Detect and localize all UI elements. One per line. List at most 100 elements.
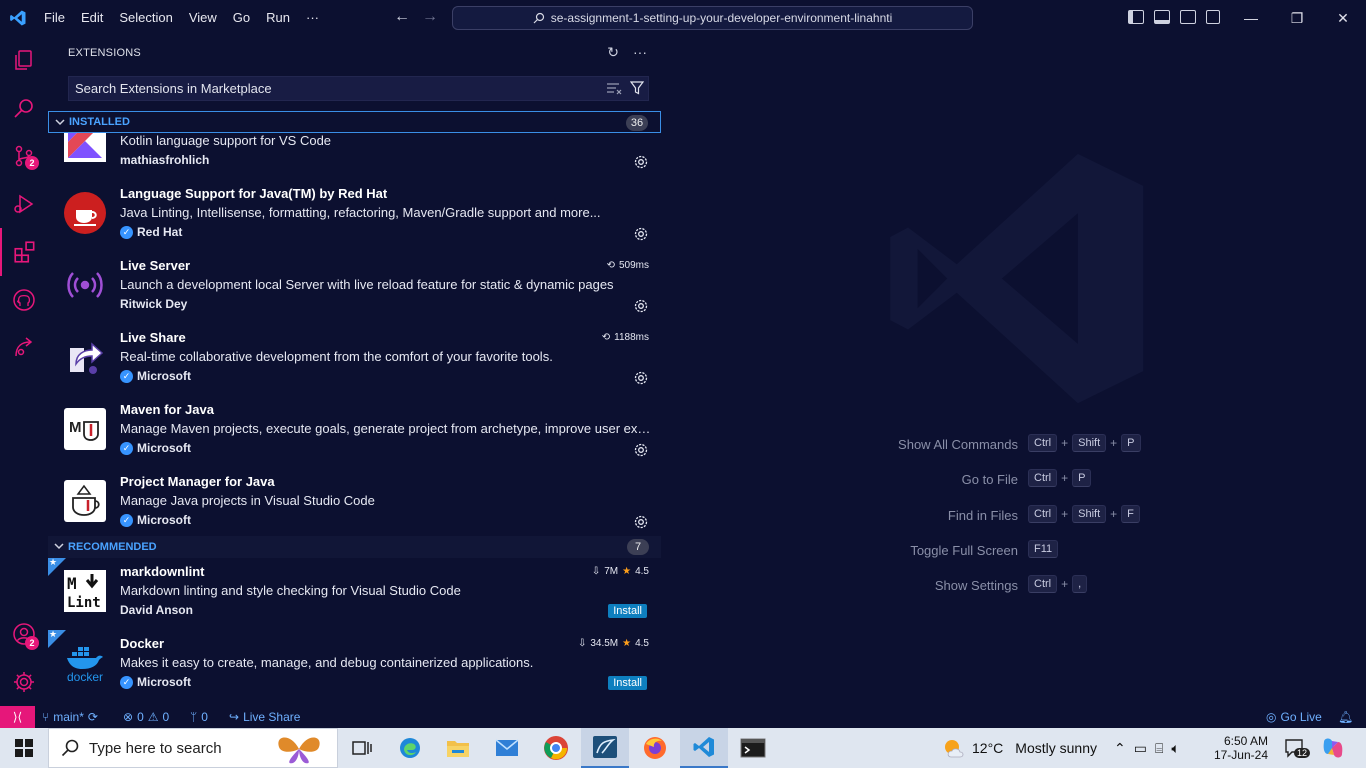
toggle-primary-sidebar-icon[interactable] (1128, 10, 1144, 24)
file-explorer-icon[interactable] (434, 728, 482, 768)
extension-publisher: ✓ Microsoft (120, 441, 191, 455)
extension-item-docker[interactable]: ★ docker Docker ⇩ 34.5M ★ 4.5 Makes it e… (48, 629, 661, 702)
extension-item-markdownlint[interactable]: ★ M Lint markdownlint ⇩ 7M ★ 4.5 Markdown… (48, 558, 661, 630)
extension-item-live-share[interactable]: Live Share ⟲ 1188ms Real-time collaborati… (48, 324, 661, 396)
manage-gear-icon[interactable] (633, 154, 649, 170)
problems-indicator[interactable]: ⊗ 0 ⚠ 0 (123, 710, 169, 724)
ports-indicator[interactable]: ᛘ 0 (190, 710, 208, 724)
vscode-taskbar-icon[interactable] (680, 728, 728, 768)
shortcut-show-all-commands[interactable]: Show All Commands Ctrl + Shift + P (661, 434, 1366, 458)
extension-publisher: mathiasfrohlich (120, 153, 209, 167)
live-share-status[interactable]: ↪ Live Share (229, 710, 300, 724)
search-icon (533, 12, 544, 24)
extension-item-java-redhat[interactable]: Language Support for Java(TM) by Red Hat… (48, 180, 661, 252)
menu-file[interactable]: File (36, 0, 73, 36)
taskbar-search-input[interactable]: Type here to search (48, 728, 338, 768)
weather-sun-icon (945, 740, 964, 758)
download-count: 34.5M (590, 638, 619, 649)
terminal-icon[interactable] (729, 728, 777, 768)
battery-icon[interactable]: ▭ (1134, 740, 1147, 757)
extension-item-project-manager[interactable]: Project Manager for Java Manage Java pro… (48, 468, 661, 536)
extensions-icon[interactable] (0, 228, 48, 276)
manage-gear-icon[interactable] (633, 298, 649, 314)
extension-item-maven[interactable]: M Maven for Java Manage Maven projects, … (48, 396, 661, 468)
command-center[interactable]: se-assignment-1-setting-up-your-develope… (452, 6, 973, 30)
shortcut-go-to-file[interactable]: Go to File Ctrl + P (661, 469, 1366, 493)
go-live-button[interactable]: ◎ Go Live (1266, 710, 1322, 724)
windows-start-icon[interactable] (0, 728, 48, 768)
firefox-icon[interactable] (631, 728, 679, 768)
history-icon: ⟲ (601, 332, 611, 343)
key: Shift (1072, 505, 1107, 523)
live-share-status-icon: ↪ (229, 710, 240, 724)
weather-widget[interactable]: 12°C Mostly sunny (942, 728, 1097, 768)
chrome-icon[interactable] (532, 728, 580, 768)
menu-go[interactable]: Go (225, 0, 258, 36)
plus-sign: + (1110, 436, 1118, 450)
refresh-icon[interactable]: ↻ (607, 44, 619, 61)
recommended-section-header[interactable]: RECOMMENDED 7 (48, 536, 661, 558)
remote-indicator-icon[interactable]: ⟩⟨ (0, 706, 35, 728)
shortcut-find-in-files[interactable]: Find in Files Ctrl + Shift + F (661, 505, 1366, 529)
maven-icon: M (64, 408, 106, 450)
install-button[interactable]: Install (608, 676, 647, 690)
filter-icon[interactable] (630, 81, 644, 95)
manage-gear-icon[interactable] (633, 442, 649, 458)
publisher-name: Microsoft (137, 513, 191, 527)
svg-text:M: M (69, 419, 82, 436)
manage-gear-icon[interactable] (633, 226, 649, 242)
search-activity-icon[interactable] (0, 84, 48, 132)
branch-indicator[interactable]: ⑂ main* ⟳ (42, 710, 98, 724)
manage-gear-icon[interactable] (633, 370, 649, 386)
clear-filter-icon[interactable] (606, 81, 622, 95)
menu-more[interactable]: ··· (298, 0, 327, 36)
accounts-icon[interactable]: 2 (0, 610, 48, 658)
close-icon[interactable]: ✕ (1320, 0, 1366, 36)
key: F11 (1028, 540, 1059, 558)
extension-desc: Manage Maven projects, execute goals, ge… (120, 421, 652, 436)
remote-explorer-icon[interactable] (0, 324, 48, 372)
menu-view[interactable]: View (181, 0, 225, 36)
menu-run[interactable]: Run (258, 0, 298, 36)
windows-taskbar: Type here to search 12°C Mostly sunny ⌃ … (0, 728, 1366, 768)
mysql-workbench-icon[interactable] (581, 728, 629, 768)
notification-center[interactable]: 12 (1284, 728, 1311, 768)
restore-icon[interactable]: ❐ (1274, 0, 1320, 36)
customize-layout-icon[interactable] (1206, 10, 1220, 24)
github-icon[interactable] (0, 276, 48, 324)
system-tray: ⌃ ▭ ⌸ 🔈︎ (1114, 728, 1180, 768)
edge-icon[interactable] (386, 728, 434, 768)
shortcut-show-settings[interactable]: Show Settings Ctrl +, (661, 575, 1366, 599)
broadcast-icon: ᛘ (190, 710, 198, 724)
notifications-bell-icon[interactable]: 🔔︎ (1338, 710, 1353, 724)
run-debug-icon[interactable] (0, 180, 48, 228)
shortcut-keys: Ctrl + Shift + P (1028, 434, 1141, 452)
back-arrow-icon[interactable]: ← (394, 8, 410, 26)
installed-section-header[interactable]: INSTALLED 36 (48, 111, 661, 133)
network-icon[interactable]: ⌸ (1155, 740, 1163, 757)
tray-chevron-up-icon[interactable]: ⌃ (1114, 740, 1126, 757)
explorer-icon[interactable] (0, 36, 48, 84)
toggle-panel-icon[interactable] (1154, 10, 1170, 24)
extension-item-kotlin[interactable]: Kotlin language support for VS Code math… (48, 133, 661, 180)
source-control-badge: 2 (25, 156, 39, 170)
manage-gear-icon[interactable] (633, 514, 649, 530)
status-bar: ⟩⟨ ⑂ main* ⟳ ⊗ 0 ⚠ 0 ᛘ 0 ↪ Live Share ◎ … (0, 706, 1366, 728)
copilot-icon[interactable] (1320, 728, 1346, 768)
mail-icon[interactable] (483, 728, 531, 768)
toggle-secondary-sidebar-icon[interactable] (1180, 10, 1196, 24)
settings-gear-icon[interactable] (0, 658, 48, 706)
minimize-icon[interactable]: — (1228, 0, 1274, 36)
install-button[interactable]: Install (608, 604, 647, 618)
forward-arrow-icon[interactable]: → (422, 8, 438, 26)
menu-selection[interactable]: Selection (111, 0, 180, 36)
extension-item-live-server[interactable]: Live Server ⟲ 509ms Launch a development … (48, 252, 661, 324)
source-control-icon[interactable]: 2 (0, 132, 48, 180)
shortcut-toggle-full-screen[interactable]: Toggle Full Screen F11 (661, 540, 1366, 564)
volume-icon[interactable]: 🔈︎ (1171, 740, 1179, 757)
task-view-icon[interactable] (338, 728, 386, 768)
menu-edit[interactable]: Edit (73, 0, 111, 36)
clock[interactable]: 6:50 AM 17-Jun-24 (1212, 728, 1268, 768)
more-actions-icon[interactable]: ··· (633, 44, 647, 61)
extensions-search-input[interactable]: Search Extensions in Marketplace (68, 76, 649, 101)
